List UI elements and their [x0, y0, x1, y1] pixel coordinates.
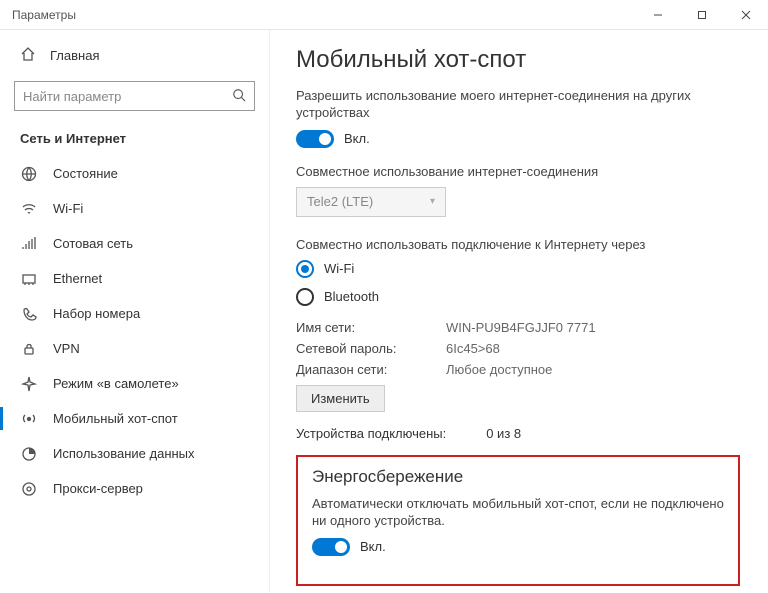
dialup-icon — [20, 305, 37, 322]
sidebar-item-proxy[interactable]: Прокси-сервер — [0, 471, 269, 506]
toggle-switch-icon — [296, 130, 334, 148]
radio-wifi[interactable]: Wi-Fi — [296, 260, 740, 278]
connected-value: 0 из 8 — [486, 426, 521, 441]
sidebar-item-label: Набор номера — [53, 306, 140, 321]
airplane-icon — [20, 375, 37, 392]
sidebar-item-cellular[interactable]: Сотовая сеть — [0, 226, 269, 261]
cellular-icon — [20, 235, 37, 252]
search-input[interactable] — [23, 89, 232, 104]
sidebar-item-label: Ethernet — [53, 271, 102, 286]
data-usage-icon — [20, 445, 37, 462]
hotspot-toggle[interactable]: Вкл. — [296, 130, 740, 148]
proxy-icon — [20, 480, 37, 497]
category-heading: Сеть и Интернет — [0, 125, 269, 156]
power-toggle[interactable]: Вкл. — [312, 538, 724, 556]
sidebar-item-label: Мобильный хот-спот — [53, 411, 178, 426]
hotspot-icon — [20, 410, 37, 427]
sidebar-item-status[interactable]: Состояние — [0, 156, 269, 191]
maximize-button[interactable] — [680, 0, 724, 30]
chevron-down-icon: ▾ — [430, 196, 435, 207]
sidebar-item-label: Режим «в самолете» — [53, 376, 179, 391]
sidebar-item-dialup[interactable]: Набор номера — [0, 296, 269, 331]
network-name-value: WIN-PU9B4FGJJF0 7771 — [446, 320, 740, 335]
page-title: Мобильный хот-спот — [296, 46, 740, 74]
window-title: Параметры — [12, 8, 76, 22]
sidebar-item-ethernet[interactable]: Ethernet — [0, 261, 269, 296]
connected-key: Устройства подключены: — [296, 426, 446, 441]
search-box[interactable] — [14, 81, 255, 111]
sidebar-item-airplane[interactable]: Режим «в самолете» — [0, 366, 269, 401]
sidebar-item-wifi[interactable]: Wi-Fi — [0, 191, 269, 226]
network-name-key: Имя сети: — [296, 320, 446, 335]
network-band-value: Любое доступное — [446, 362, 740, 377]
edit-button[interactable]: Изменить — [296, 385, 385, 412]
sidebar-item-label: Прокси-сервер — [53, 481, 143, 496]
globe-icon — [20, 165, 37, 182]
share-description: Разрешить использование моего интернет-с… — [296, 88, 740, 122]
ethernet-icon — [20, 270, 37, 287]
search-icon — [232, 88, 246, 105]
radio-bluetooth[interactable]: Bluetooth — [296, 288, 740, 306]
sidebar-item-label: Wi-Fi — [53, 201, 83, 216]
content-area: Мобильный хот-спот Разрешить использован… — [270, 30, 768, 593]
power-heading: Энергосбережение — [312, 467, 724, 487]
toggle-switch-icon — [312, 538, 350, 556]
close-button[interactable] — [724, 0, 768, 30]
sidebar-item-label: Сотовая сеть — [53, 236, 133, 251]
share-via-radios: Wi-Fi Bluetooth — [296, 260, 740, 306]
sidebar-item-label: VPN — [53, 341, 80, 356]
titlebar: Параметры — [0, 0, 768, 30]
minimize-button[interactable] — [636, 0, 680, 30]
nav-list: Состояние Wi-Fi Сотовая сеть Ethernet На… — [0, 156, 269, 506]
network-band-key: Диапазон сети: — [296, 362, 446, 377]
toggle-label: Вкл. — [344, 131, 370, 146]
radio-label: Wi-Fi — [324, 261, 354, 276]
vpn-icon — [20, 340, 37, 357]
radio-unselected-icon — [296, 288, 314, 306]
share-via-label: Совместно использовать подключение к Инт… — [296, 237, 740, 252]
network-pass-value: 6Ic45>68 — [446, 341, 740, 356]
toggle-label: Вкл. — [360, 539, 386, 554]
power-description: Автоматически отключать мобильный хот-сп… — [312, 495, 724, 530]
connected-devices-row: Устройства подключены: 0 из 8 — [296, 426, 740, 441]
sidebar-item-hotspot[interactable]: Мобильный хот-спот — [0, 401, 269, 436]
wifi-icon — [20, 200, 37, 217]
network-info-table: Имя сети: WIN-PU9B4FGJJF0 7771 Сетевой п… — [296, 320, 740, 377]
sidebar-item-label: Состояние — [53, 166, 118, 181]
network-pass-key: Сетевой пароль: — [296, 341, 446, 356]
radio-label: Bluetooth — [324, 289, 379, 304]
sidebar: Главная Сеть и Интернет Состояние Wi-Fi … — [0, 30, 270, 593]
home-link[interactable]: Главная — [0, 38, 269, 73]
sidebar-item-datausage[interactable]: Использование данных — [0, 436, 269, 471]
home-label: Главная — [50, 48, 99, 63]
share-connection-label: Совместное использование интернет-соедин… — [296, 164, 740, 179]
window-controls — [636, 0, 768, 30]
sidebar-item-vpn[interactable]: VPN — [0, 331, 269, 366]
connection-dropdown[interactable]: Tele2 (LTE) ▾ — [296, 187, 446, 217]
radio-selected-icon — [296, 260, 314, 278]
sidebar-item-label: Использование данных — [53, 446, 195, 461]
power-saving-section: Энергосбережение Автоматически отключать… — [296, 455, 740, 586]
dropdown-value: Tele2 (LTE) — [307, 194, 373, 209]
home-icon — [20, 46, 36, 65]
